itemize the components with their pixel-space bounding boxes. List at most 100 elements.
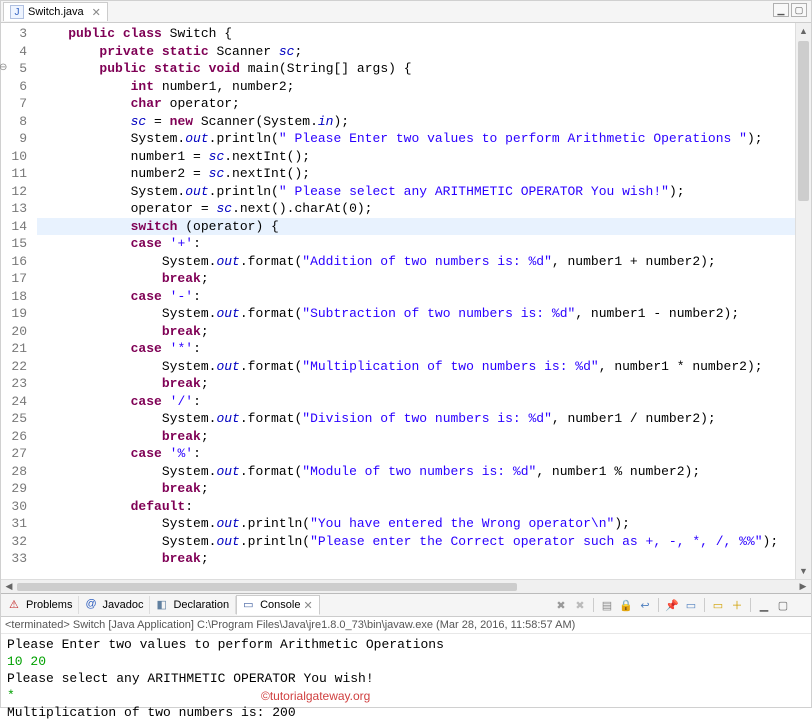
line-number: 25 <box>1 410 27 428</box>
tab-console[interactable]: ▭Console ✕ <box>236 595 320 615</box>
code-line[interactable]: char operator; <box>37 95 795 113</box>
code-line[interactable]: case '%': <box>37 445 795 463</box>
line-number: 22 <box>1 358 27 376</box>
line-number: 32 <box>1 533 27 551</box>
scroll-thumb[interactable] <box>798 41 809 201</box>
code-line[interactable]: number1 = sc.nextInt(); <box>37 148 795 166</box>
line-number: 33 <box>1 550 27 568</box>
java-file-icon: J <box>10 5 24 19</box>
console-icon: ▭ <box>243 598 257 612</box>
code-line[interactable]: System.out.format("Division of two numbe… <box>37 410 795 428</box>
line-number: 9 <box>1 130 27 148</box>
javadoc-icon: @ <box>85 598 99 612</box>
code-line[interactable]: public class Switch { <box>37 25 795 43</box>
console-output[interactable]: Please Enter two values to perform Arith… <box>1 634 811 724</box>
close-icon[interactable]: ✕ <box>303 599 312 612</box>
code-line[interactable]: break; <box>37 480 795 498</box>
line-number: 30 <box>1 498 27 516</box>
new-console-icon[interactable]: ＋ <box>729 597 745 613</box>
code-line[interactable]: int number1, number2; <box>37 78 795 96</box>
remove-launch-icon[interactable]: ✖ <box>553 597 569 613</box>
line-number: 24 <box>1 393 27 411</box>
line-number: 14 <box>1 218 27 236</box>
maximize-icon[interactable]: ▢ <box>791 3 807 17</box>
minimize-icon[interactable]: ▁ <box>773 3 789 17</box>
code-line[interactable]: break; <box>37 323 795 341</box>
console-line: Please Enter two values to perform Arith… <box>7 636 805 653</box>
tab-declaration[interactable]: ◧Declaration <box>150 596 236 614</box>
editor-window-controls: ▁ ▢ <box>773 3 807 17</box>
console-line: 10 20 <box>7 653 805 670</box>
vertical-scrollbar[interactable]: ▲ ▼ <box>795 23 811 579</box>
code-line[interactable]: System.out.println("Please enter the Cor… <box>37 533 795 551</box>
tab-label: Javadoc <box>102 599 143 611</box>
editor-tab-switch-java[interactable]: J Switch.java ✕ <box>3 2 108 21</box>
scroll-right-icon[interactable]: ▶ <box>795 581 811 592</box>
line-number: 12 <box>1 183 27 201</box>
console-process-label: <terminated> Switch [Java Application] C… <box>1 617 811 634</box>
scroll-down-icon[interactable]: ▼ <box>796 563 811 579</box>
code-editor[interactable]: 3456789101112131415161718192021222324252… <box>1 23 811 579</box>
code-line[interactable]: break; <box>37 428 795 446</box>
code-line[interactable]: switch (operator) { <box>37 218 795 236</box>
close-icon[interactable]: ✕ <box>88 6 101 19</box>
tab-label: Console <box>260 599 300 611</box>
line-number: 10 <box>1 148 27 166</box>
code-line[interactable]: private static Scanner sc; <box>37 43 795 61</box>
console-toolbar: ✖✖▤🔒↩📌▭▭＋▁▢ <box>553 597 811 613</box>
pin-console-icon[interactable]: 📌 <box>664 597 680 613</box>
console-line: Multiplication of two numbers is: 200 <box>7 704 805 721</box>
scroll-lock-icon[interactable]: 🔒 <box>618 597 634 613</box>
scroll-left-icon[interactable]: ◀ <box>1 581 17 592</box>
line-number: 27 <box>1 445 27 463</box>
code-line[interactable]: operator = sc.next().charAt(0); <box>37 200 795 218</box>
remove-all-icon[interactable]: ✖ <box>572 597 588 613</box>
code-line[interactable]: System.out.println(" Please Enter two va… <box>37 130 795 148</box>
word-wrap-icon[interactable]: ↩ <box>637 597 653 613</box>
line-number: 29 <box>1 480 27 498</box>
line-number: 31 <box>1 515 27 533</box>
console-line: * <box>7 687 805 704</box>
code-line[interactable]: break; <box>37 550 795 568</box>
code-line[interactable]: System.out.format("Multiplication of two… <box>37 358 795 376</box>
problems-icon: ⚠ <box>9 598 23 612</box>
code-line[interactable]: System.out.println("You have entered the… <box>37 515 795 533</box>
minimize-view-icon[interactable]: ▁ <box>756 597 772 613</box>
code-line[interactable]: case '+': <box>37 235 795 253</box>
code-line[interactable]: case '/': <box>37 393 795 411</box>
code-line[interactable]: System.out.format("Addition of two numbe… <box>37 253 795 271</box>
code-line[interactable]: case '-': <box>37 288 795 306</box>
tab-label: Declaration <box>173 599 229 611</box>
display-console-icon[interactable]: ▭ <box>683 597 699 613</box>
line-number: 18 <box>1 288 27 306</box>
line-number: 13 <box>1 200 27 218</box>
maximize-view-icon[interactable]: ▢ <box>775 597 791 613</box>
watermark-text: ©tutorialgateway.org <box>261 689 370 703</box>
clear-console-icon[interactable]: ▤ <box>599 597 615 613</box>
scroll-thumb-h[interactable] <box>17 583 517 591</box>
code-line[interactable]: System.out.format("Subtraction of two nu… <box>37 305 795 323</box>
code-line[interactable]: number2 = sc.nextInt(); <box>37 165 795 183</box>
horizontal-scrollbar[interactable]: ◀ ▶ ©tutorialgateway.org <box>1 579 811 593</box>
code-line[interactable]: break; <box>37 270 795 288</box>
code-line[interactable]: System.out.format("Module of two numbers… <box>37 463 795 481</box>
editor-tab-bar: J Switch.java ✕ ▁ ▢ <box>1 1 811 23</box>
code-line[interactable]: break; <box>37 375 795 393</box>
code-line[interactable]: public static void main(String[] args) { <box>37 60 795 78</box>
line-number: 28 <box>1 463 27 481</box>
code-line[interactable]: case '*': <box>37 340 795 358</box>
code-line[interactable]: System.out.println(" Please select any A… <box>37 183 795 201</box>
line-number: 17 <box>1 270 27 288</box>
scroll-up-icon[interactable]: ▲ <box>796 23 811 39</box>
code-line[interactable]: default: <box>37 498 795 516</box>
line-number: 21 <box>1 340 27 358</box>
line-number: 11 <box>1 165 27 183</box>
line-number: 15 <box>1 235 27 253</box>
tab-javadoc[interactable]: @Javadoc <box>79 596 150 614</box>
line-number: 8 <box>1 113 27 131</box>
tab-problems[interactable]: ⚠Problems <box>3 596 79 614</box>
declaration-icon: ◧ <box>156 598 170 612</box>
code-line[interactable]: sc = new Scanner(System.in); <box>37 113 795 131</box>
open-console-icon[interactable]: ▭ <box>710 597 726 613</box>
code-content[interactable]: public class Switch { private static Sca… <box>33 23 795 579</box>
